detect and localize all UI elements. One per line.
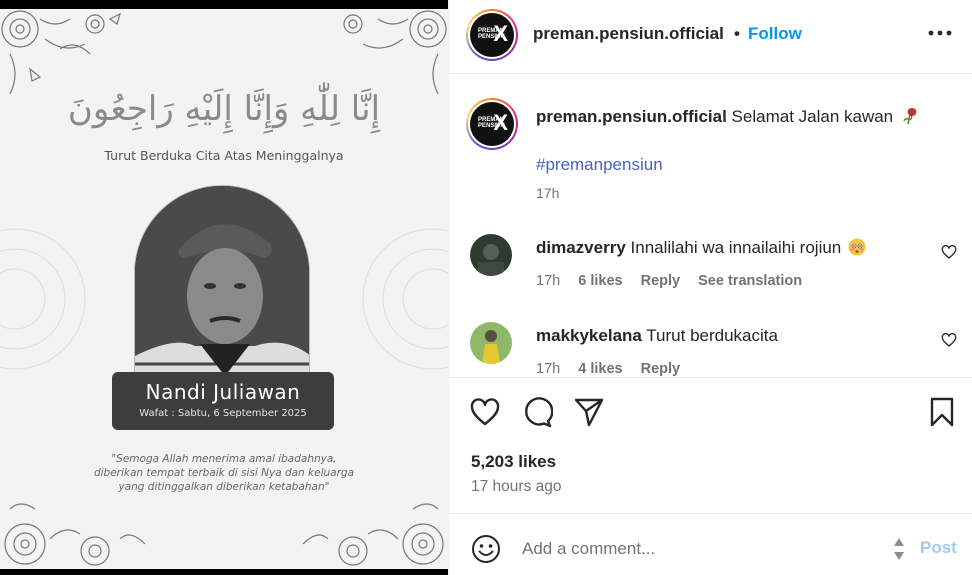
reply-button[interactable]: Reply [641,273,681,289]
follow-button[interactable]: Follow [748,24,802,44]
comment-meta: 17h 4 likes Reply [536,361,694,377]
post-header: PREMAN PENSIUN X preman.pensiun.official… [449,0,972,74]
comment-body: Turut berdukacita [646,326,778,345]
post-time-ago[interactable]: 17 hours ago [471,478,562,496]
floral-decoration-top-right [343,10,447,95]
save-bookmark-icon[interactable] [926,396,958,428]
comment-time[interactable]: 17h [536,273,560,289]
comment-body: Innalilahi wa innailaihi rojiun [630,238,842,257]
comment-input[interactable] [522,534,882,564]
caption-body: Selamat Jalan kawan [731,107,894,126]
avatar[interactable]: PREMAN PENSIUN X [466,9,518,61]
prayer-text: "Semoga Allah menerima amal ibadahnya, d… [0,452,448,494]
wilted-rose-icon [903,108,917,125]
share-send-icon[interactable] [573,396,605,428]
post-comment-button[interactable]: Post [920,538,957,558]
commenter-avatar[interactable] [470,234,512,276]
comment-text: makkykelana Turut berdukacita [536,326,778,346]
prayer-line: yang ditinggalkan diberikan ketabahan" [118,481,330,493]
comment-meta: 17h 6 likes Reply See translation [536,273,816,289]
post-side-panel: PREMAN PENSIUN X preman.pensiun.official… [448,0,972,575]
prayer-line: diberikan tempat terbaik di sisi Nya dan… [93,467,355,479]
caption-avatar[interactable]: PREMAN PENSIUN X [466,98,518,150]
caption-time[interactable]: 17h [536,185,559,201]
add-comment-bar: Post [449,513,972,575]
prayer-line: "Semoga Allah menerima amal ibadahnya, [111,453,337,465]
see-translation-button[interactable]: See translation [698,273,802,289]
flushed-face-icon [848,238,866,256]
commenter-avatar[interactable] [470,322,512,364]
name-banner: Nandi Juliawan Wafat : Sabtu, 6 Septembe… [112,372,334,430]
brand-logo: PREMAN PENSIUN X [470,102,514,146]
reply-button[interactable]: Reply [641,361,681,377]
condolence-text: Turut Berduka Cita Atas Meninggalnya [104,148,344,163]
header-username[interactable]: preman.pensiun.official [533,24,724,44]
floral-decoration-top-left [1,10,121,95]
more-options-icon[interactable] [927,22,953,44]
comment-username[interactable]: dimazverry [536,238,626,257]
brand-logo: PREMAN PENSIUN X [470,13,514,57]
comment-like-icon[interactable] [941,244,957,260]
mandala-decoration-left [0,228,86,370]
arabic-condolence-text: إِنَّا لِلّٰهِ وَإِنَّا إِلَيْهِ رَاجِعُ… [67,89,381,129]
caption-text: preman.pensiun.official Selamat Jalan ka… [536,107,918,127]
comments-section[interactable]: PREMAN PENSIUN X preman.pensiun.official… [449,74,972,377]
likes-count[interactable]: 5,203 likes [471,452,556,472]
comment-text: dimazverry Innalilahi wa innailaihi roji… [536,238,866,258]
caption-username[interactable]: preman.pensiun.official [536,107,727,126]
comment-username[interactable]: makkykelana [536,326,642,345]
deceased-name: Nandi Juliawan [145,380,301,404]
comment-time[interactable]: 17h [536,361,560,377]
comment-likes[interactable]: 4 likes [578,361,622,377]
resize-handle-icon[interactable] [893,536,905,562]
comment-bubble-icon[interactable] [521,396,553,428]
comment-item: makkykelana Turut berdukacita 17h 4 like… [449,322,972,377]
comment-likes[interactable]: 6 likes [578,273,622,289]
post-actions: 5,203 likes 17 hours ago [449,377,972,513]
like-heart-icon[interactable] [469,396,501,428]
emoji-picker-icon[interactable] [471,534,501,564]
comment-like-icon[interactable] [941,332,957,348]
memorial-poster: إِنَّا لِلّٰهِ وَإِنَّا إِلَيْهِ رَاجِعُ… [0,9,448,569]
mandala-decoration-right [362,228,448,370]
comment-item: dimazverry Innalilahi wa innailaihi roji… [449,234,972,314]
post-image[interactable]: إِنَّا لِلّٰهِ وَإِنَّا إِلَيْهِ رَاجِعُ… [0,0,448,575]
hashtag-link[interactable]: #premanpensiun [536,155,663,175]
portrait-photo [134,185,310,385]
separator-dot: • [734,24,740,43]
death-date: Wafat : Sabtu, 6 September 2025 [139,408,307,419]
